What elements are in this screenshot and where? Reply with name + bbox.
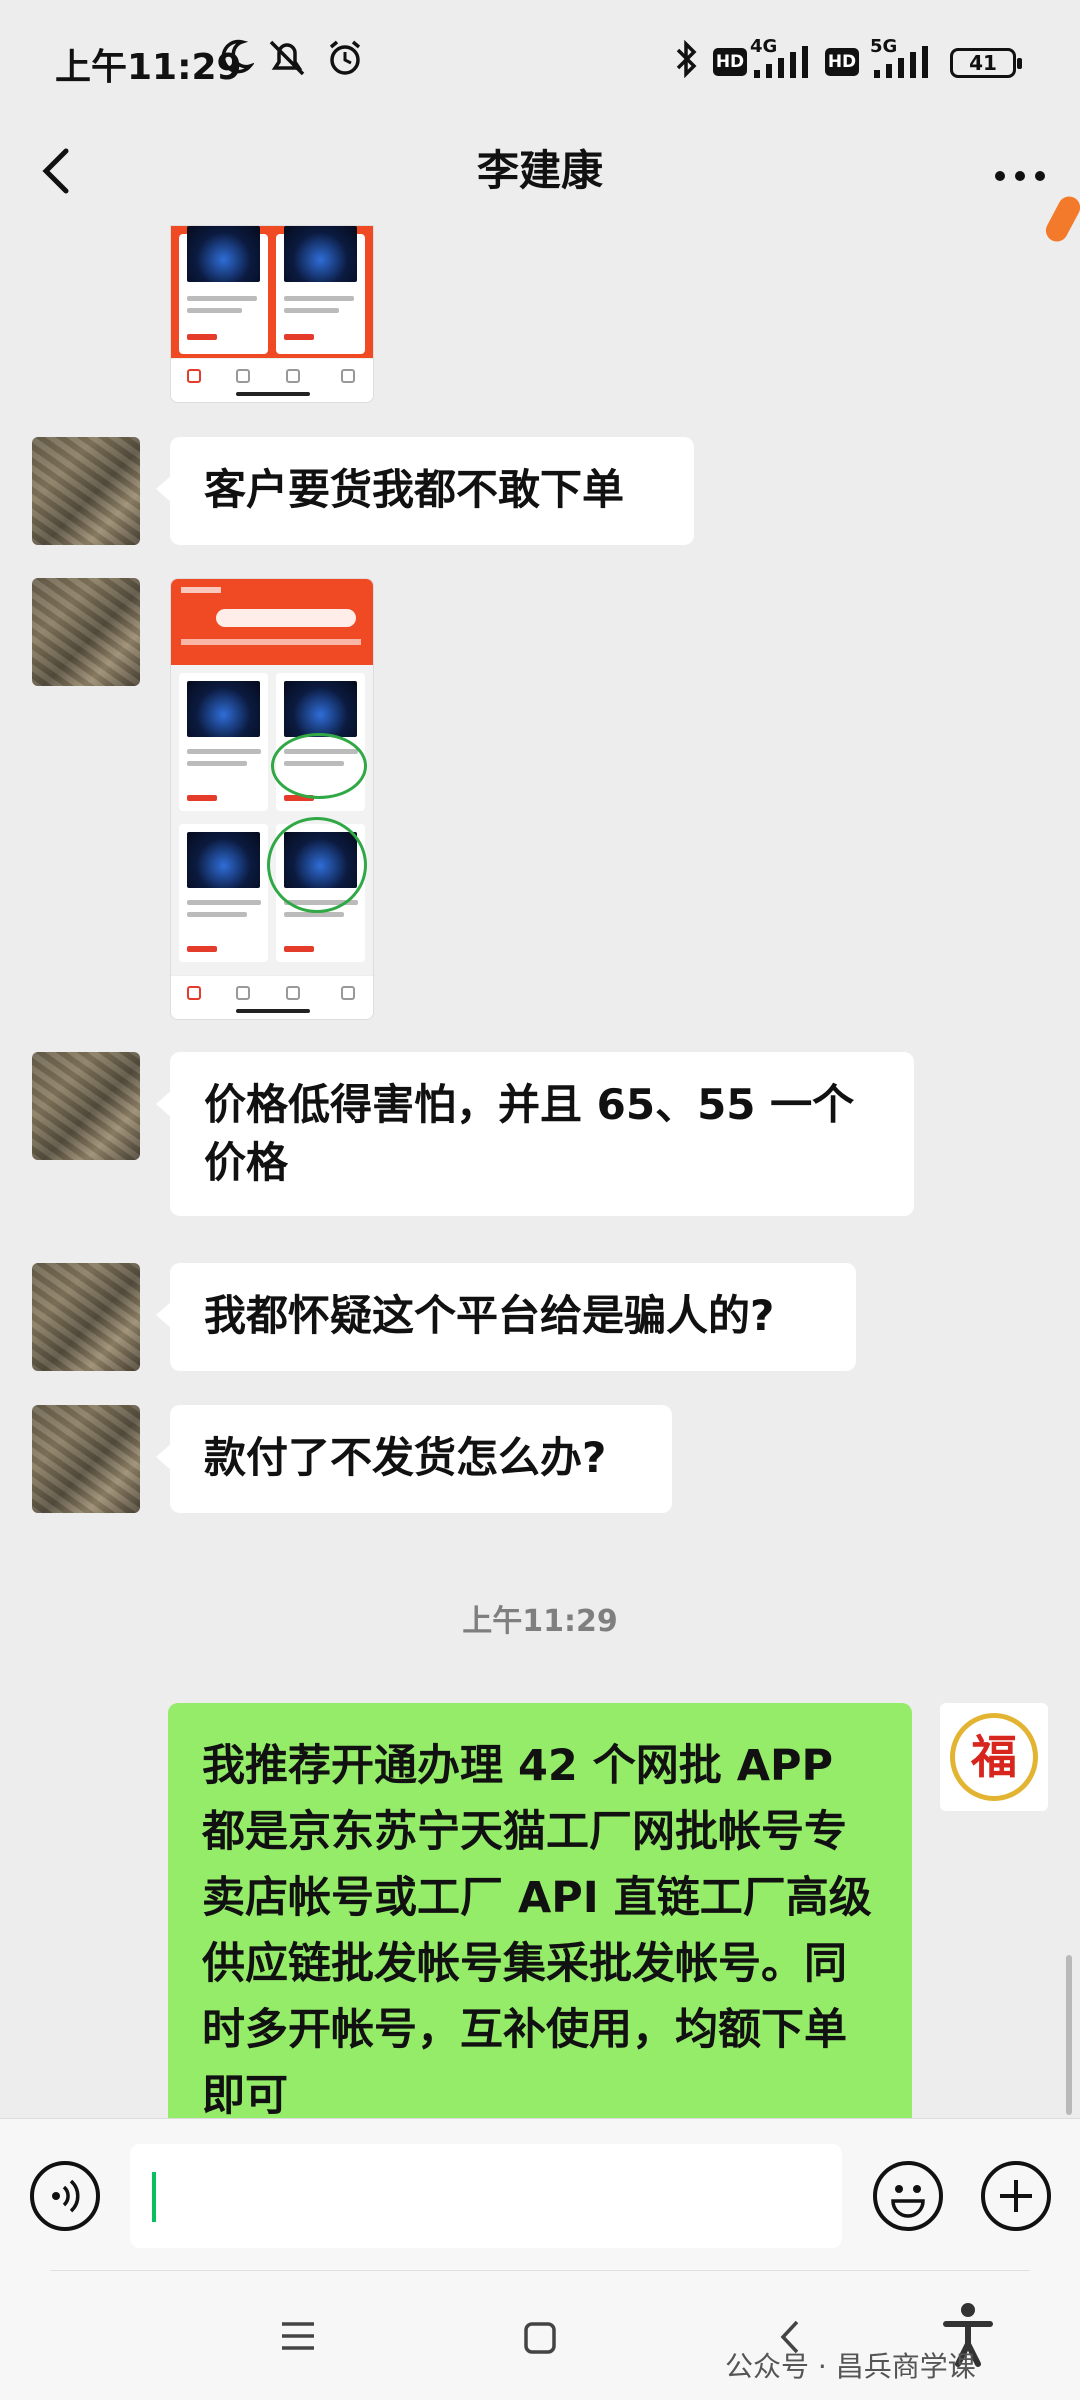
message-text: 价格低得害怕，并且 65、55 一个价格 <box>204 1080 855 1187</box>
product-card <box>179 226 268 354</box>
image-content <box>171 226 373 358</box>
status-time: 上午11:29 <box>55 47 242 88</box>
contact-avatar[interactable] <box>32 1405 140 1513</box>
product-card <box>179 673 268 811</box>
alarm-icon <box>329 40 361 75</box>
message-bubble-sent[interactable]: 我推荐开通办理 42 个网批 APP 都是京东苏宁天猫工厂网批帐号专卖店帐号或工… <box>168 1703 912 2118</box>
highlight-circle <box>271 733 367 799</box>
image-nav-bar <box>171 358 373 402</box>
message-bubble[interactable]: 我都怀疑这个平台给是骗人的? <box>156 1263 856 1371</box>
plus-icon <box>1000 2180 1032 2212</box>
highlight-circle <box>267 817 367 913</box>
chat-timestamp: 上午11:29 <box>462 1604 618 1639</box>
battery-indicator: 41 <box>950 48 1022 78</box>
contact-avatar[interactable] <box>32 1052 140 1160</box>
home-icon[interactable] <box>520 2318 560 2358</box>
message-bubble[interactable]: 款付了不发货怎么办? <box>156 1405 672 1513</box>
system-nav-bar: 公众号 · 昌兵商学课 <box>0 2270 1080 2400</box>
message-bubble[interactable]: 价格低得害怕，并且 65、55 一个价格 <box>156 1052 914 1216</box>
fu-logo: 福 <box>950 1713 1038 1801</box>
bluetooth-icon <box>676 39 697 79</box>
image-message[interactable] <box>170 225 374 403</box>
moon-icon <box>221 39 254 74</box>
signal-icon <box>754 46 808 78</box>
message-text: 客户要货我都不敢下单 <box>204 465 625 514</box>
scrollbar[interactable] <box>1066 1955 1072 2115</box>
emoji-button[interactable] <box>873 2161 943 2231</box>
image-content <box>171 665 373 975</box>
image-nav-bar <box>171 975 373 1019</box>
more-dots-icon <box>995 171 1045 181</box>
my-avatar[interactable]: 福 <box>940 1703 1048 1811</box>
input-bar <box>0 2118 1080 2270</box>
watermark-text: 公众号 · 昌兵商学课 <box>725 2350 976 2383</box>
hd-badge-2: HD <box>825 48 859 76</box>
text-caret <box>152 2172 156 2222</box>
contact-avatar[interactable] <box>32 437 140 545</box>
product-card <box>179 824 268 962</box>
voice-icon <box>52 2179 80 2213</box>
message-text: 我推荐开通办理 42 个网批 APP 都是京东苏宁天猫工厂网批帐号专卖店帐号或工… <box>202 1741 872 2118</box>
smiley-icon <box>891 2185 925 2218</box>
contact-avatar[interactable] <box>32 578 140 686</box>
image-message[interactable] <box>170 578 374 1020</box>
message-bubble[interactable]: 客户要货我都不敢下单 <box>156 437 694 545</box>
image-app-header <box>171 579 373 665</box>
more-options-button[interactable] <box>980 140 1060 200</box>
signal-icon-2 <box>874 46 928 78</box>
menu-icon[interactable] <box>278 2318 318 2354</box>
chat-header: 李建康 <box>0 125 1080 225</box>
message-input[interactable] <box>130 2144 842 2248</box>
chat-title: 李建康 <box>476 146 603 195</box>
message-text: 款付了不发货怎么办? <box>204 1433 607 1482</box>
voice-button[interactable] <box>30 2161 100 2231</box>
plus-button[interactable] <box>981 2161 1051 2231</box>
status-bar: 上午11:29 HD 4G HD 5G 41 <box>0 0 1080 125</box>
contact-avatar[interactable] <box>32 1263 140 1371</box>
product-card <box>276 226 365 354</box>
hd-badge: HD <box>713 48 747 76</box>
mute-bell-icon <box>269 40 305 76</box>
message-text: 我都怀疑这个平台给是骗人的? <box>204 1291 775 1340</box>
